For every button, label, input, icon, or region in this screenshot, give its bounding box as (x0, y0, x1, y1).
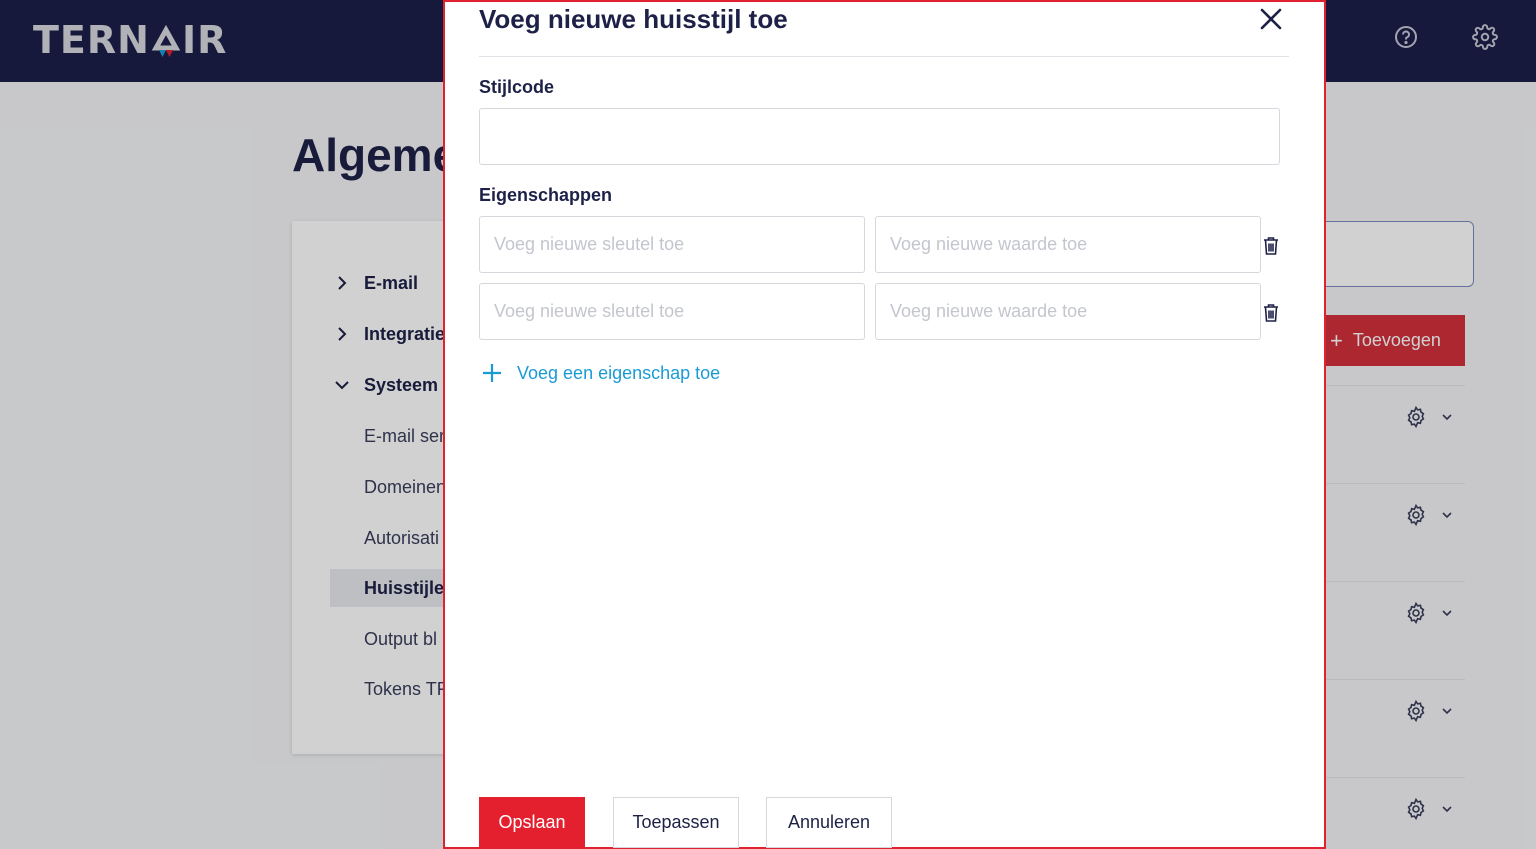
save-button[interactable]: Opslaan (479, 797, 585, 848)
title-divider (479, 56, 1289, 57)
stijlcode-input[interactable] (479, 108, 1280, 165)
add-huisstijl-dialog: Voeg nieuwe huisstijl toe Stijlcode Eige… (443, 0, 1326, 849)
eigenschappen-label: Eigenschappen (479, 185, 613, 205)
trash-icon[interactable] (1262, 303, 1280, 323)
property-key-input[interactable] (479, 283, 865, 340)
apply-button[interactable]: Toepassen (613, 797, 739, 848)
property-value-input[interactable] (875, 216, 1261, 273)
stijlcode-label: Stijlcode (479, 77, 555, 97)
add-property-label: Voeg een eigenschap toe (517, 362, 721, 383)
close-icon[interactable] (1257, 5, 1285, 33)
plus-icon (483, 364, 501, 382)
property-key-input[interactable] (479, 216, 865, 273)
add-property-link[interactable]: Voeg een eigenschap toe (481, 362, 720, 384)
dialog-title: Voeg nieuwe huisstijl toe (479, 4, 788, 34)
trash-icon[interactable] (1262, 236, 1280, 256)
property-value-input[interactable] (875, 283, 1261, 340)
cancel-button[interactable]: Annuleren (766, 797, 892, 848)
